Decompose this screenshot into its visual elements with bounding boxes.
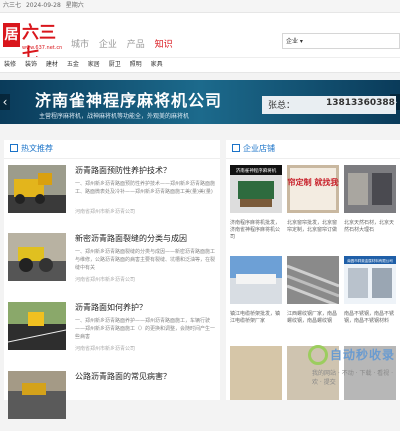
top-site-name: 六三七 — [3, 2, 22, 9]
cat-item[interactable]: 装饰 — [25, 61, 37, 68]
cat-item[interactable]: 装修 — [4, 61, 16, 68]
hot-list-icon — [10, 144, 18, 152]
shop-caption[interactable]: 镇江电缆桥架批发，镇江电缆桥架厂家 — [230, 308, 282, 333]
nav-knowledge[interactable]: 知识 — [155, 40, 173, 50]
cat-item[interactable]: 五金 — [67, 61, 79, 68]
article-excerpt: 一、郑州新乡沥青路面养护——郑州沥青路面施工，车辆行驶——郑州新乡沥青路面施工（… — [75, 318, 215, 340]
shop-card[interactable]: 江西螺纹钢厂家，南昌螺纹钢，南昌螺纹钢 — [286, 256, 340, 333]
shop-image[interactable]: 南昌市祥奥金属材料有限公司 — [344, 256, 396, 304]
article-source: 河南省郑州市新乡沥青公司 — [75, 277, 136, 283]
article-source: 河南省郑州市新乡沥青公司 — [75, 346, 136, 352]
article-thumbnail[interactable] — [8, 302, 66, 350]
cat-item[interactable]: 照明 — [130, 61, 142, 68]
cat-item[interactable]: 厨卫 — [109, 61, 121, 68]
banner-prev-icon[interactable]: ‹ — [0, 94, 10, 110]
shop-img-text: 南昌市祥奥金属材料有限公司 — [347, 258, 393, 263]
article-thumbnail[interactable] — [8, 165, 66, 213]
top-date: 2024-09-28 — [25, 2, 61, 9]
article-title[interactable]: 新密沥青路面裂缝的分类与成因 — [75, 233, 187, 244]
banner-contact-name: 张总： — [268, 101, 296, 111]
shop-card[interactable]: 窗帘定制 就找我们 北京窗帘批发，北京窗帘定制，北京窗帘订做 — [280, 165, 346, 242]
banner-subtitle: 主营程序麻将机，战神麻将机等功能全，外观美的麻将机 — [39, 113, 190, 120]
main-nav: 城市 企业 产品 知识 — [71, 37, 180, 50]
hot-articles-panel: 热文推荐 沥青路面预防性养护技术？ 一、郑州新乡沥青路面预防性养护技术——郑州新… — [4, 140, 220, 419]
shop-image[interactable] — [230, 346, 282, 400]
article-item[interactable]: 沥青路面预防性养护技术？ 一、郑州新乡沥青路面预防性养护技术——郑州新乡沥青路面… — [8, 165, 216, 225]
article-thumbnail[interactable] — [8, 233, 66, 281]
ad-banner[interactable]: ‹ › 济南雀神程序麻将机公司 主营程序麻将机，战神麻将机等功能全，外观美的麻将… — [0, 80, 400, 124]
banner-title: 济南雀神程序麻将机公司 — [35, 91, 223, 110]
shop-img-text: 窗帘定制 就找我们 — [287, 177, 339, 187]
hot-articles-heading: 热文推荐 — [4, 140, 220, 159]
article-item[interactable]: 沥青路面如何养护？ 一、郑州新乡沥青路面养护——郑州沥青路面施工，车辆行驶——郑… — [8, 302, 216, 362]
shop-list-icon — [232, 144, 240, 152]
shop-image[interactable] — [230, 256, 282, 304]
category-nav: 装修 装饰 建材 五金 家居 厨卫 照明 家具 — [0, 57, 400, 73]
shop-image[interactable] — [344, 165, 396, 213]
watermark-subtitle: 我的网站 · 不动 · 下载 · 看视 · 欢 · 提交 — [312, 370, 393, 386]
cat-item[interactable]: 家居 — [88, 61, 100, 68]
shop-card[interactable]: 镇江电缆桥架批发，镇江电缆桥架厂家 — [230, 256, 282, 333]
shop-image[interactable]: 窗帘定制 就找我们 — [280, 165, 346, 213]
nav-company[interactable]: 企业 — [99, 40, 117, 50]
shop-caption[interactable]: 北京窗帘批发，北京窗帘定制，北京窗帘订做 — [287, 217, 339, 242]
shop-caption[interactable]: 济南程序麻将机批发，济南雀神程序麻将机公司 — [230, 217, 282, 242]
shops-heading-label: 企业店铺 — [243, 144, 275, 153]
logo-badge: 居 — [3, 23, 20, 47]
logo-url: www.637.net.cn — [22, 45, 63, 51]
banner-phone: 13813360388 — [326, 98, 395, 108]
cat-item[interactable]: 家具 — [151, 61, 163, 68]
nav-city[interactable]: 城市 — [71, 40, 89, 50]
hot-heading-label: 热文推荐 — [21, 144, 53, 153]
search-scope-select[interactable]: 企业 ▾ — [286, 36, 303, 45]
top-weekday: 星期六 — [65, 2, 84, 9]
article-title[interactable]: 沥青路面如何养护？ — [75, 302, 147, 313]
article-title[interactable]: 沥青路面预防性养护技术？ — [75, 165, 171, 176]
shop-caption[interactable]: 江西螺纹钢厂家，南昌螺纹钢，南昌螺纹钢 — [287, 308, 339, 333]
article-excerpt: 一、郑州新乡沥青路面裂缝的分类与成因——新密沥青路面施工与维修，公路沥青路面的病… — [75, 249, 215, 271]
shop-image[interactable]: 济南雀神程序麻将机 — [230, 165, 282, 213]
site-header: 居 六三七 www.637.net.cn 城市 企业 产品 知识 企业 ▾ — [0, 13, 400, 65]
shop-caption[interactable]: 北京天然石材，北京天然石材大理石 — [344, 217, 396, 242]
article-thumbnail[interactable] — [8, 371, 66, 419]
article-title[interactable]: 公路沥青路面的常见病害？ — [75, 371, 171, 382]
shop-caption[interactable]: 南昌不锈钢，南昌不锈钢，南昌不锈钢材料 — [344, 308, 396, 333]
article-source: 河南省郑州市新乡沥青公司 — [75, 209, 136, 215]
shops-heading: 企业店铺 — [226, 140, 400, 159]
shop-image[interactable] — [286, 256, 340, 308]
article-item[interactable]: 公路沥青路面的常见病害？ — [8, 371, 216, 431]
watermark-logo-icon — [308, 345, 328, 365]
nav-product[interactable]: 产品 — [127, 40, 145, 50]
article-excerpt: 一、郑州新乡沥青路面预防性养护技术——郑州新乡沥青路面施工、路面微表处及冷补——… — [75, 181, 215, 195]
cat-item[interactable]: 建材 — [46, 61, 58, 68]
watermark-title: 自动秒收录 — [330, 348, 396, 362]
shop-card[interactable]: 北京天然石材，北京天然石材大理石 — [344, 165, 396, 242]
top-bar: 六三七 2024-09-28 星期六 — [0, 0, 400, 13]
shop-card[interactable]: 南昌市祥奥金属材料有限公司 南昌不锈钢，南昌不锈钢，南昌不锈钢材料 — [344, 256, 396, 333]
site-logo[interactable]: 居 六三七 www.637.net.cn — [3, 23, 63, 65]
article-item[interactable]: 新密沥青路面裂缝的分类与成因 一、郑州新乡沥青路面裂缝的分类与成因——新密沥青路… — [8, 233, 216, 293]
shop-img-text: 济南雀神程序麻将机 — [236, 167, 277, 174]
watermark: 自动秒收录 我的网站 · 不动 · 下载 · 看视 · 欢 · 提交 — [308, 343, 400, 386]
shop-card[interactable]: 济南雀神程序麻将机 济南程序麻将机批发，济南雀神程序麻将机公司 — [230, 165, 282, 242]
search-box[interactable]: 企业 ▾ — [282, 33, 400, 49]
